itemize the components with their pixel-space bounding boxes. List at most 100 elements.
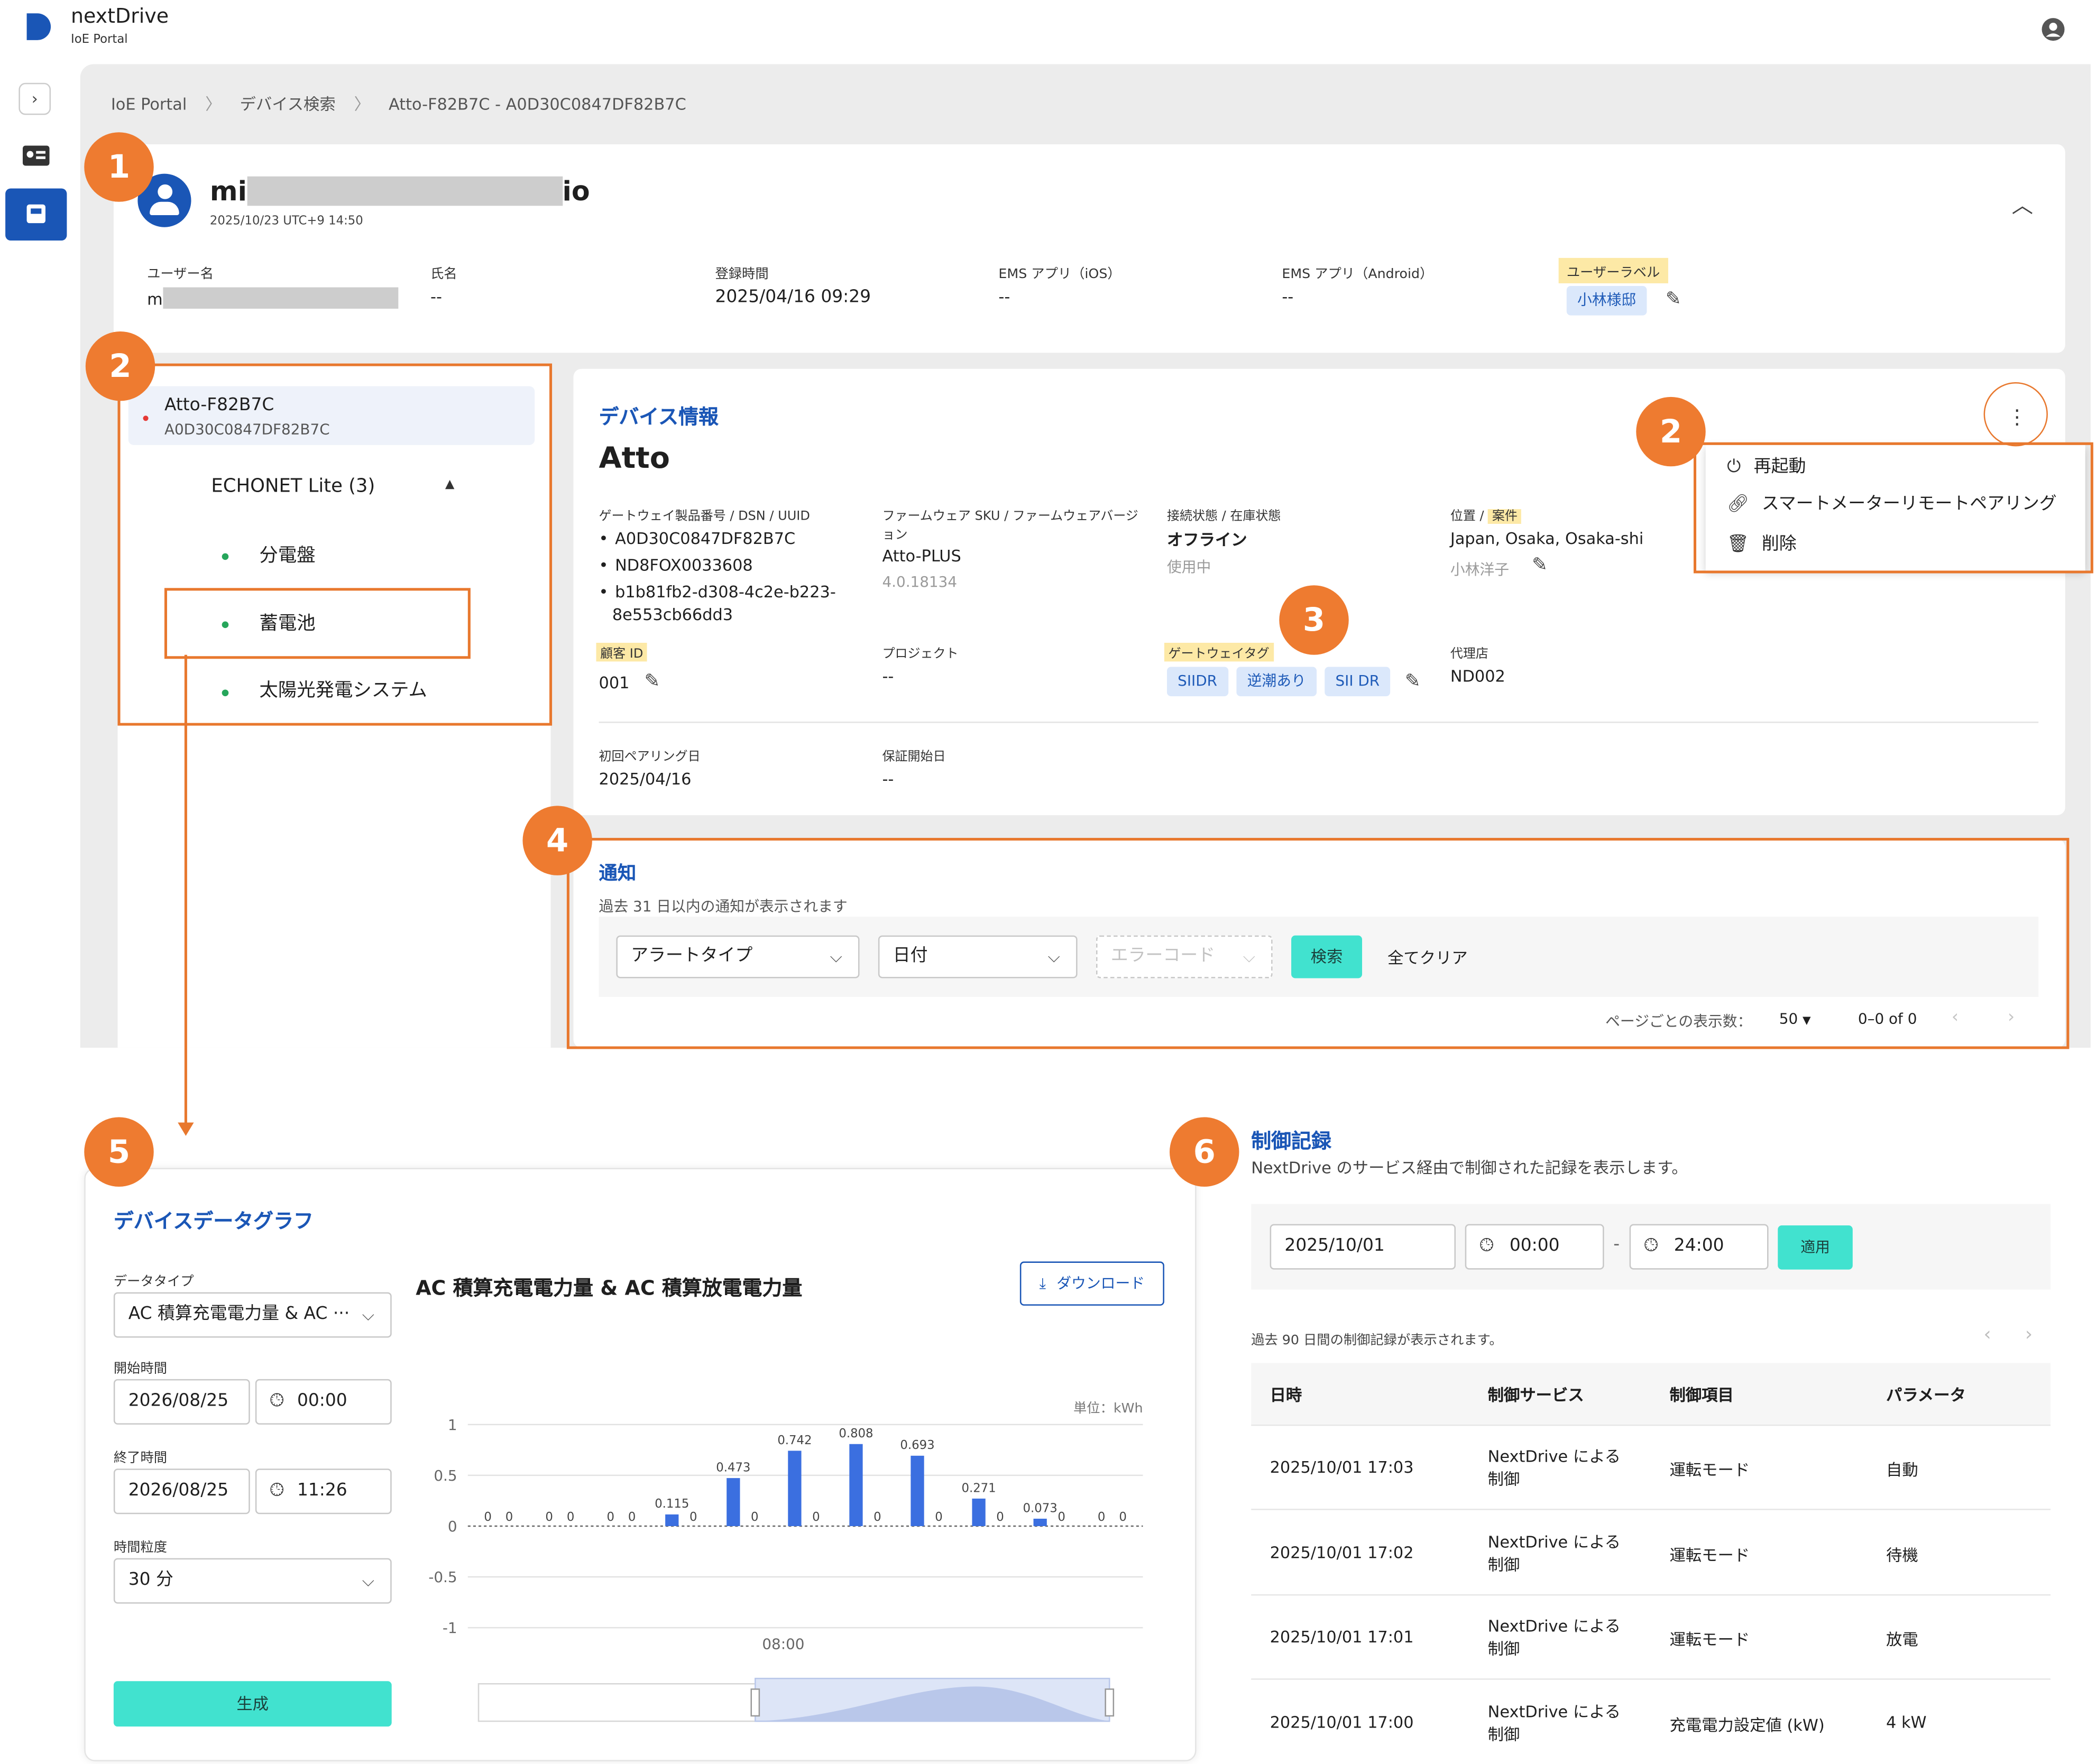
- generate-button[interactable]: 生成: [113, 1681, 392, 1727]
- control-from-input[interactable]: 🕒︎ 00:00: [1465, 1224, 1604, 1270]
- row-3-param: 放電: [1886, 1630, 1918, 1649]
- control-from-value: 00:00: [1509, 1236, 1560, 1257]
- breadcrumb-device-search[interactable]: デバイス検索: [240, 95, 336, 113]
- clock-icon: 🕒︎: [1644, 1236, 1658, 1257]
- chart-bar: [972, 1498, 986, 1526]
- bar-data-label: 0: [996, 1510, 1004, 1524]
- registered-label: 登録時間: [715, 267, 769, 282]
- case-label-text: 案件: [1488, 509, 1522, 524]
- edit-case-pencil-icon[interactable]: ✎: [1532, 555, 1548, 576]
- location-label-text: 位置 /: [1450, 509, 1488, 524]
- gw-tag-sii-dr[interactable]: SII DR: [1325, 667, 1391, 697]
- collapse-user-icon[interactable]: ︿: [2012, 187, 2033, 219]
- brand-logo-icon: [24, 11, 57, 43]
- gw-label: ゲートウェイ製品番号 / DSN / UUID: [599, 509, 810, 524]
- app-subtitle: IoE Portal: [70, 33, 128, 47]
- user-timestamp: 2025/10/23 UTC+9 14:50: [209, 215, 363, 229]
- user-label-chip[interactable]: 小林様邸: [1566, 285, 1647, 316]
- data-type-value: AC 積算充電電力量 & AC ···: [128, 1304, 350, 1325]
- badge-5: 5: [84, 1117, 154, 1187]
- id-card-icon[interactable]: [22, 145, 50, 166]
- bar-chart: 10.50-0.5-10 0 0 0 0 00.11500.47300.74200.808…: [428, 1416, 1143, 1722]
- fullname-value: --: [430, 287, 442, 306]
- row-4-service-line1: NextDrive による: [1487, 1702, 1621, 1722]
- chart-bar: [727, 1478, 740, 1526]
- data-type-select[interactable]: AC 積算充電電力量 & AC ··· ⌵: [113, 1292, 392, 1338]
- bar-data-label: 0: [690, 1510, 697, 1524]
- gw-value-3: • b1b81fb2-d308-4c2e-b223-: [599, 583, 836, 602]
- start-time-input[interactable]: 🕒︎ 00:00: [255, 1379, 392, 1425]
- edit-customer-id-pencil-icon[interactable]: ✎: [644, 671, 660, 692]
- chevron-down-icon: ⌵: [362, 1571, 374, 1591]
- data-type-label: データタイプ: [113, 1274, 194, 1290]
- expand-nav-button[interactable]: ›: [19, 82, 51, 115]
- ems-ios-label: EMS アプリ（iOS）: [998, 267, 1121, 282]
- badge-1: 1: [84, 132, 154, 202]
- control-to-input[interactable]: 🕒︎ 24:00: [1629, 1224, 1769, 1270]
- row-3-service-line1: NextDrive による: [1487, 1617, 1621, 1636]
- edit-gw-tag-pencil-icon[interactable]: ✎: [1405, 671, 1421, 692]
- bar-data-label: 0: [1098, 1510, 1105, 1524]
- device-name: Atto: [599, 442, 670, 476]
- end-date-input[interactable]: 2026/08/25: [113, 1469, 250, 1514]
- badge-2-menu: 2: [1636, 396, 1706, 467]
- bar-data-label: 0: [505, 1510, 513, 1524]
- row-divider: [1251, 1678, 2051, 1680]
- account-icon[interactable]: [2041, 17, 2065, 42]
- chevron-right-icon: ›: [31, 89, 38, 108]
- fw-version: 4.0.18134: [882, 573, 958, 591]
- row-divider: [1251, 1509, 2051, 1510]
- row-1-service-line2: 制御: [1487, 1470, 1520, 1489]
- badge-6: 6: [1170, 1117, 1239, 1187]
- gw-tag-label: ゲートウェイタグ: [1164, 642, 1274, 662]
- row-1-service-line1: NextDrive による: [1487, 1447, 1621, 1466]
- graph-title: デバイスデータグラフ: [113, 1209, 314, 1234]
- bar-data-label: 0: [1119, 1510, 1126, 1524]
- gw-tag-siidr[interactable]: SIIDR: [1166, 667, 1228, 697]
- row-1-param: 自動: [1886, 1461, 1918, 1480]
- granularity-select[interactable]: 30 分 ⌵: [113, 1558, 392, 1604]
- control-date-input[interactable]: 2025/10/01: [1270, 1224, 1456, 1270]
- apply-button[interactable]: 適用: [1778, 1225, 1853, 1270]
- time-range-dash: -: [1613, 1234, 1620, 1255]
- bar-data-label: 0: [606, 1510, 614, 1524]
- gw-dsn: ND8FOX0033608: [615, 556, 753, 575]
- row-divider: [1251, 1424, 2051, 1426]
- gw-tag-reverse-flow[interactable]: 逆潮あり: [1236, 667, 1317, 697]
- control-next-icon[interactable]: ›: [2025, 1324, 2033, 1345]
- row-4-param: 4 kW: [1886, 1713, 1927, 1732]
- row-2-item: 運転モード: [1669, 1546, 1750, 1565]
- annotation-box-battery: [164, 588, 471, 659]
- x-tick-label: 08:00: [762, 1636, 804, 1653]
- gw-uuid-1: b1b81fb2-d308-4c2e-b223-: [615, 583, 836, 602]
- breadcrumb: IoE Portal 〉 デバイス検索 〉 Atto-F82B7C - A0D3…: [111, 95, 686, 114]
- bar-data-label: 0.115: [655, 1497, 689, 1511]
- chart-bar: [849, 1444, 863, 1526]
- row-2-param: 待機: [1886, 1546, 1918, 1565]
- fw-label-2: ョン: [882, 528, 908, 543]
- conn-value: オフライン: [1166, 530, 1247, 550]
- gw-product-number: A0D30C0847DF82B7C: [615, 529, 796, 548]
- start-time-label: 開始時間: [113, 1362, 167, 1377]
- bar-data-label: 0.073: [1023, 1501, 1058, 1515]
- user-name-end: io: [562, 175, 590, 207]
- end-time-input[interactable]: 🕒︎ 11:26: [255, 1469, 392, 1514]
- project-value: --: [882, 667, 894, 686]
- edit-user-label-pencil-icon[interactable]: ✎: [1666, 289, 1681, 310]
- end-time-value: 11:26: [297, 1481, 347, 1501]
- col-header-service: 制御サービス: [1487, 1386, 1584, 1405]
- redaction-bar: [162, 287, 398, 309]
- control-to-value: 24:00: [1674, 1236, 1724, 1257]
- bar-data-label: 0: [545, 1510, 553, 1524]
- row-1-time: 2025/10/01 17:03: [1270, 1458, 1414, 1477]
- download-button[interactable]: ⤓ ダウンロード: [1019, 1261, 1164, 1306]
- breadcrumb-home[interactable]: IoE Portal: [111, 95, 187, 113]
- col-header-time: 日時: [1270, 1386, 1302, 1405]
- case-value: 小林洋子: [1450, 561, 1510, 579]
- control-prev-icon[interactable]: ‹: [1984, 1324, 1991, 1345]
- device-nav-button[interactable]: [5, 188, 67, 241]
- device-icon: [26, 204, 45, 224]
- bar-data-label: 0: [484, 1510, 491, 1524]
- location-value: Japan, Osaka, Osaka-shi: [1450, 529, 1644, 548]
- start-date-input[interactable]: 2026/08/25: [113, 1379, 250, 1425]
